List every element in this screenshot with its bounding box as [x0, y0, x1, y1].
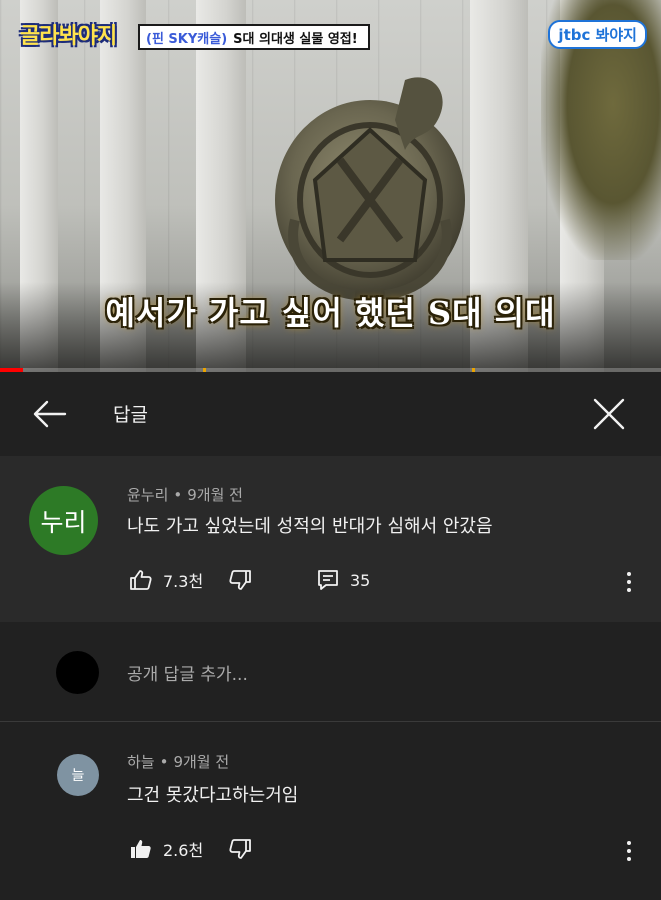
meta-separator: • [173, 486, 183, 504]
comment-icon [318, 570, 338, 590]
dislike-button[interactable] [228, 837, 252, 861]
comment-author[interactable]: 하늘 [127, 753, 155, 771]
avatar[interactable]: 늘 [57, 754, 99, 796]
parent-comment: 누리 윤누리 • 9개월 전 나도 가고 싶었는데 성적의 반대가 심해서 안갔음 … [0, 456, 661, 622]
like-button[interactable]: 2.6천 [129, 837, 203, 861]
more-options-button[interactable] [619, 837, 639, 865]
banner-tag: (핀 SKY캐슬) [146, 31, 228, 47]
comment-meta: 윤누리 • 9개월 전 [127, 484, 243, 505]
episode-banner: (핀 SKY캐슬) S대 의대생 실물 영접! [138, 24, 370, 50]
meta-separator: • [159, 753, 169, 771]
page-title: 답글 [113, 404, 148, 426]
reply-count: 35 [350, 570, 371, 590]
video-player[interactable]: 골라봐야지 (핀 SKY캐슬) S대 의대생 실물 영접! jtbc 봐야지 예… [0, 0, 661, 372]
avatar-initials: 누리 [40, 507, 87, 537]
reply-input[interactable]: 공개 답글 추가... [127, 660, 248, 685]
close-icon [593, 398, 625, 430]
comment-text: 그건 못갔다고하는거임 [127, 785, 299, 806]
like-button[interactable]: 7.3천 [129, 568, 203, 592]
more-options-button[interactable] [619, 568, 639, 596]
reply-comment: 늘 하늘 • 9개월 전 그건 못갔다고하는거임 2.6천 [0, 723, 661, 900]
arrow-left-icon [33, 400, 67, 428]
comment-text: 나도 가고 싶었는데 성적의 반대가 심해서 안갔음 [127, 516, 493, 537]
thumbs-down-outline-icon [229, 570, 251, 590]
banner-text: S대 의대생 실물 영접! [233, 31, 358, 47]
channel-logo: jtbc 봐야지 [548, 20, 647, 49]
university-emblem-image [275, 77, 465, 300]
avatar-initials: 늘 [71, 768, 85, 784]
avatar[interactable]: 누리 [29, 486, 98, 555]
thumbs-up-outline-icon [130, 570, 152, 590]
comment-meta: 하늘 • 9개월 전 [127, 751, 229, 772]
back-button[interactable] [28, 392, 72, 436]
thumbs-up-filled-icon [131, 840, 151, 858]
comment-time: 9개월 전 [187, 486, 243, 504]
thumbs-down-outline-icon [229, 839, 251, 859]
like-count: 7.3천 [163, 572, 204, 591]
like-count: 2.6천 [163, 841, 204, 860]
comment-author[interactable]: 윤누리 [127, 486, 168, 504]
video-subtitle: 예서가 가고 싶어 했던 S대 의대 [105, 294, 556, 332]
replies-button[interactable]: 35 [316, 568, 370, 592]
close-button[interactable] [587, 392, 631, 436]
comment-time: 9개월 전 [173, 753, 230, 771]
dislike-button[interactable] [228, 568, 252, 592]
user-avatar [56, 651, 99, 694]
replies-header: 답글 [0, 372, 661, 456]
show-logo: 골라봐야지 [20, 24, 117, 49]
add-reply-row: 공개 답글 추가... [0, 622, 661, 722]
